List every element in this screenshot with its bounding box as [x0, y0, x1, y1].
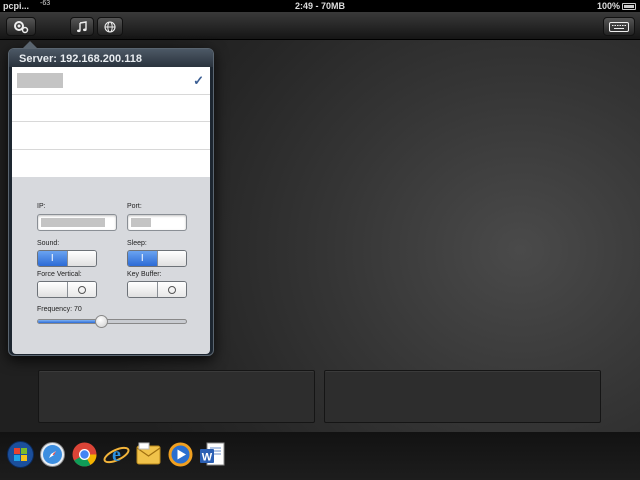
server-name-redacted — [17, 73, 63, 88]
outlook-icon[interactable] — [134, 440, 163, 469]
server-settings-popover: Server: 192.168.200.118 ✓ IP: Port: Soun… — [8, 41, 214, 356]
server-row[interactable] — [12, 95, 210, 122]
toggle-off-segment — [157, 251, 186, 266]
toggle-on-segment — [38, 282, 67, 297]
right-click-pad[interactable] — [324, 370, 601, 423]
port-label: Port: — [127, 203, 142, 210]
music-note-icon — [77, 20, 87, 32]
windows-media-player-icon[interactable] — [166, 440, 195, 469]
popover-arrow — [22, 41, 38, 49]
port-value-redacted — [131, 218, 151, 227]
settings-panel: IP: Port: Sound: I Sleep: I Force Vertic… — [12, 177, 210, 354]
ip-label: IP: — [37, 203, 46, 210]
sound-toggle[interactable]: I — [37, 250, 97, 267]
sound-label: Sound: — [37, 240, 60, 247]
globe-icon — [104, 20, 116, 33]
chrome-icon[interactable] — [70, 440, 99, 469]
svg-text:e: e — [112, 444, 121, 466]
server-row[interactable]: ✓ — [12, 67, 210, 95]
left-click-pad[interactable] — [38, 370, 315, 423]
toggle-on-segment: I — [38, 251, 67, 266]
battery-icon — [622, 2, 636, 10]
toggle-off-segment — [67, 251, 96, 266]
battery-percent: 100% — [596, 1, 620, 11]
server-row[interactable] — [12, 122, 210, 150]
keyboard-button[interactable] — [603, 17, 635, 36]
time-memory: 2:49 - 70MB — [294, 1, 346, 11]
status-bar: pcpi... -63 2:49 - 70MB 100% — [0, 0, 640, 12]
internet-explorer-icon[interactable]: e — [102, 440, 131, 469]
port-input[interactable] — [127, 214, 187, 231]
frequency-label: Frequency: 70 — [37, 306, 82, 313]
taskbar: e W — [0, 440, 227, 480]
battery-indicator: 100% — [597, 0, 636, 12]
word-icon[interactable]: W — [198, 440, 227, 469]
popover-title: Server: 192.168.200.118 — [9, 49, 213, 67]
music-button[interactable] — [70, 17, 94, 36]
settings-button[interactable] — [6, 17, 36, 36]
toggle-off-segment — [67, 282, 96, 297]
gear-cluster-icon — [14, 20, 29, 33]
keyboard-icon — [609, 21, 629, 32]
web-button[interactable] — [97, 17, 123, 36]
frequency-slider-thumb[interactable] — [94, 315, 108, 328]
frequency-slider-fill — [38, 320, 102, 323]
toggle-off-segment — [157, 282, 186, 297]
frequency-slider[interactable] — [37, 315, 187, 328]
sleep-label: Sleep: — [127, 240, 147, 247]
svg-text:W: W — [202, 452, 213, 464]
off-ring-icon — [167, 285, 176, 294]
toggle-on-segment: I — [128, 251, 157, 266]
key-buffer-toggle[interactable] — [127, 281, 187, 298]
force-vertical-toggle[interactable] — [37, 281, 97, 298]
toggle-on-segment — [128, 282, 157, 297]
ip-input[interactable] — [37, 214, 117, 231]
safari-icon[interactable] — [38, 440, 67, 469]
server-list: ✓ — [12, 67, 210, 177]
key-buffer-label: Key Buffer: — [127, 271, 162, 278]
windows-start-icon[interactable] — [6, 440, 35, 469]
top-toolbar — [0, 12, 640, 40]
ip-value-redacted — [41, 218, 105, 227]
off-ring-icon — [77, 285, 86, 294]
force-vertical-label: Force Vertical: — [37, 271, 82, 278]
sleep-toggle[interactable]: I — [127, 250, 187, 267]
selected-check-icon: ✓ — [193, 73, 204, 88]
server-row[interactable] — [12, 150, 210, 178]
